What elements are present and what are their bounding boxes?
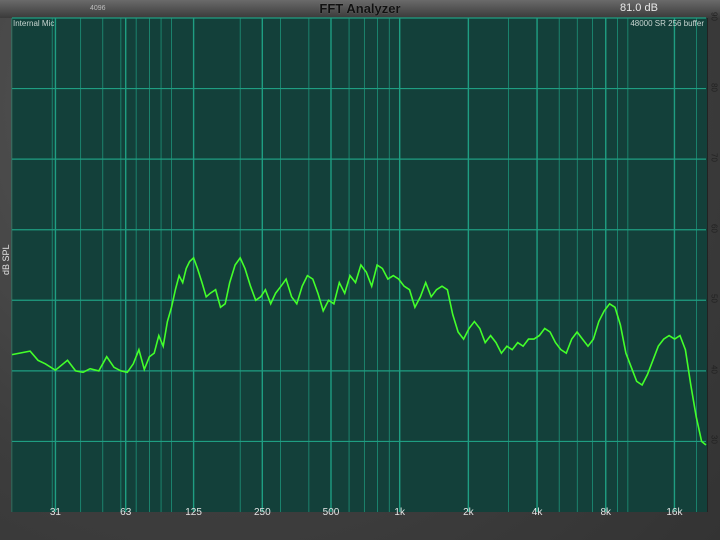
y-tick-label: 30 <box>709 435 719 445</box>
x-tick-label: 16k <box>666 507 683 518</box>
y-tick-label: 70 <box>709 153 719 163</box>
buffer-info-label: 48000 SR 256 buffer <box>630 19 704 28</box>
x-tick-label: 500 <box>322 507 340 518</box>
y-tick-label: 40 <box>709 364 719 374</box>
x-tick-label: 250 <box>253 507 271 518</box>
x-tick-label: 4k <box>531 507 543 518</box>
x-tick-label: 125 <box>185 507 202 518</box>
y-tick-label: 90 <box>709 12 719 21</box>
y-tick-label: 60 <box>709 223 719 233</box>
spectrum-chart <box>11 17 707 512</box>
x-tick-label: 63 <box>120 507 132 518</box>
x-tick-label: 31 <box>49 507 61 518</box>
input-device-label[interactable]: Internal Mic <box>13 19 54 28</box>
x-tick-label: 8k <box>600 507 612 518</box>
y-axis-label: dB SPL <box>1 244 11 275</box>
y-tick-label: 80 <box>709 82 719 92</box>
spectrum-trace <box>11 256 707 446</box>
x-tick-label: 2k <box>463 507 474 518</box>
y-tick-label: 50 <box>709 294 719 304</box>
x-tick-label: 1k <box>394 507 405 518</box>
